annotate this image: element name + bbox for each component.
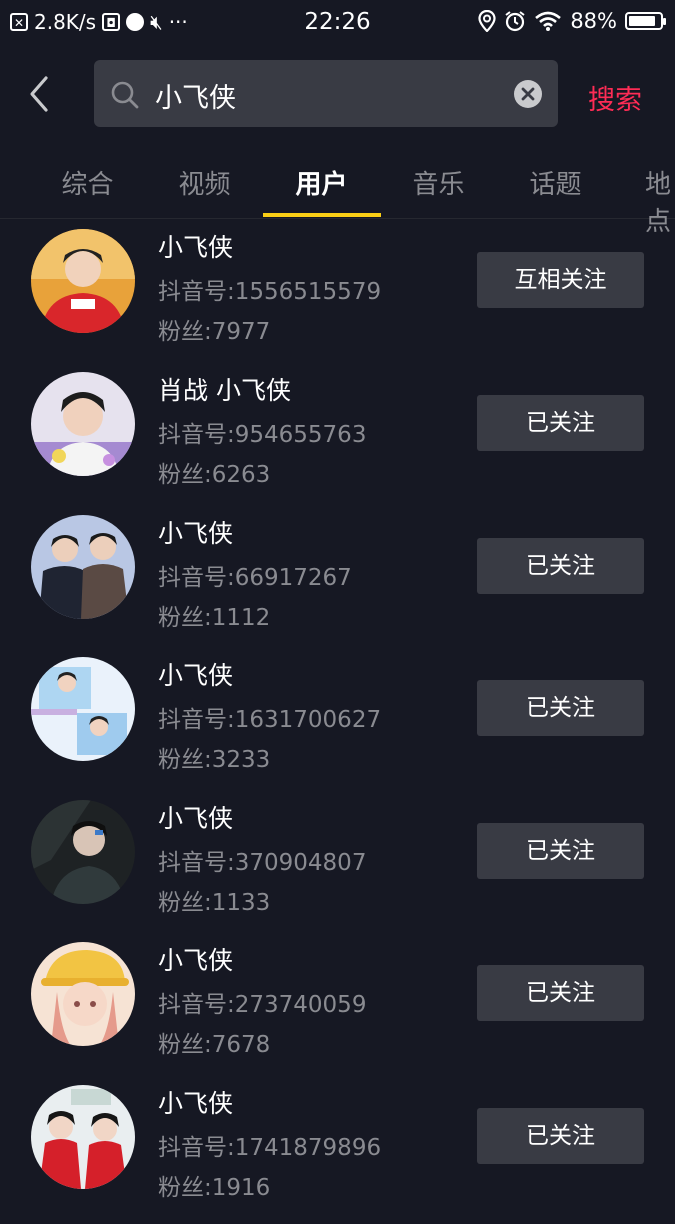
user-douyin-id: 抖音号:273740059 <box>158 992 367 1018</box>
tab-users[interactable]: 用户 <box>263 164 380 201</box>
user-name: 小飞侠 <box>158 519 234 548</box>
user-name: 小飞侠 <box>158 233 234 262</box>
tab-topics[interactable]: 话题 <box>497 164 614 201</box>
user-row[interactable]: 小飞侠 抖音号:273740059 粉丝:7678 已关注 <box>0 939 675 1081</box>
back-arrow-icon[interactable] <box>24 74 54 114</box>
user-fans-count: 粉丝:6263 <box>158 462 271 488</box>
mutual-follow-button[interactable]: 互相关注 <box>477 252 644 308</box>
avatar[interactable] <box>31 229 135 333</box>
user-douyin-id: 抖音号:66917267 <box>158 565 352 591</box>
user-fans-count: 粉丝:7678 <box>158 1032 271 1058</box>
avatar[interactable] <box>31 1085 135 1189</box>
status-bar: ✕ 2.8K/s ◘ 🔇︎ ··· 22:26 88% <box>0 0 675 46</box>
search-query[interactable]: 小飞侠 <box>155 76 236 115</box>
tab-music[interactable]: 音乐 <box>380 164 497 201</box>
user-fans-count: 粉丝:1916 <box>158 1175 271 1201</box>
user-row[interactable]: 小飞侠 抖音号:1556515579 粉丝:7977 互相关注 <box>0 226 675 368</box>
user-row[interactable]: 小飞侠 抖音号:1741879896 粉丝:1916 已关注 <box>0 1082 675 1224</box>
user-row[interactable]: 小飞侠 抖音号:1631700627 粉丝:3233 已关注 <box>0 654 675 796</box>
following-button[interactable]: 已关注 <box>477 538 644 594</box>
user-douyin-id: 抖音号:1631700627 <box>158 707 382 733</box>
user-fans-count: 粉丝:7977 <box>158 319 271 345</box>
avatar[interactable] <box>31 942 135 1046</box>
battery-fill <box>629 16 655 26</box>
user-douyin-id: 抖音号:954655763 <box>158 422 367 448</box>
avatar[interactable] <box>31 657 135 761</box>
active-tab-indicator <box>263 213 381 217</box>
battery-icon <box>625 12 666 30</box>
user-fans-count: 粉丝:3233 <box>158 747 271 773</box>
tab-videos[interactable]: 视频 <box>146 164 263 201</box>
user-name: 小飞侠 <box>158 804 234 833</box>
battery-percent: 88% <box>570 9 617 33</box>
alarm-icon <box>505 11 525 32</box>
user-fans-count: 粉丝:1112 <box>158 605 271 631</box>
following-button[interactable]: 已关注 <box>477 965 644 1021</box>
user-row[interactable]: 小飞侠 抖音号:66917267 粉丝:1112 已关注 <box>0 512 675 654</box>
following-button[interactable]: 已关注 <box>477 680 644 736</box>
user-douyin-id: 抖音号:370904807 <box>158 850 367 876</box>
user-row[interactable]: 小飞侠 抖音号:370904807 粉丝:1133 已关注 <box>0 797 675 939</box>
avatar[interactable] <box>31 372 135 476</box>
clear-icon[interactable] <box>513 79 543 109</box>
user-name: 小飞侠 <box>158 661 234 690</box>
search-icon <box>111 81 139 109</box>
status-right: 88% <box>478 9 666 33</box>
result-tabs: 综合 视频 用户 音乐 话题 地点 <box>0 150 675 237</box>
following-button[interactable]: 已关注 <box>477 1108 644 1164</box>
user-douyin-id: 抖音号:1741879896 <box>158 1135 382 1161</box>
location-icon <box>478 10 496 32</box>
user-name: 小飞侠 <box>158 1089 234 1118</box>
avatar[interactable] <box>31 515 135 619</box>
following-button[interactable]: 已关注 <box>477 823 644 879</box>
search-button[interactable]: 搜索 <box>588 78 642 117</box>
tab-comprehensive[interactable]: 综合 <box>29 164 146 201</box>
user-name: 小飞侠 <box>158 946 234 975</box>
following-button[interactable]: 已关注 <box>477 395 644 451</box>
user-row[interactable]: 肖战 小飞侠 抖音号:954655763 粉丝:6263 已关注 <box>0 369 675 511</box>
avatar[interactable] <box>31 800 135 904</box>
wifi-icon <box>535 11 562 31</box>
user-douyin-id: 抖音号:1556515579 <box>158 279 382 305</box>
user-fans-count: 粉丝:1133 <box>158 890 271 916</box>
user-name: 肖战 小飞侠 <box>158 376 291 405</box>
search-input[interactable]: 小飞侠 <box>94 60 558 127</box>
